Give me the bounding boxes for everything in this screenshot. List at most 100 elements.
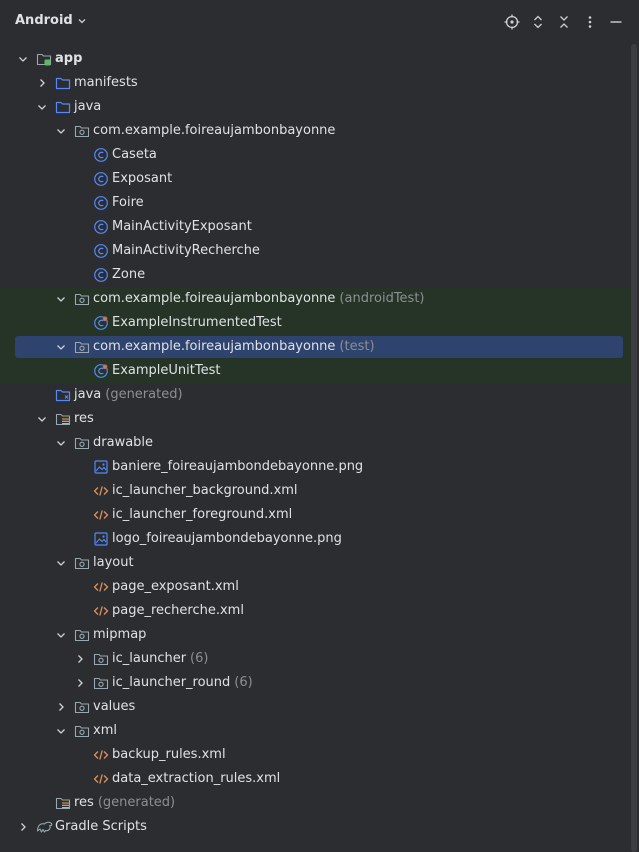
vertical-scrollbar[interactable] [631,44,637,852]
tree-row[interactable]: Caseta [0,143,631,167]
tree-row[interactable]: res (generated) [0,791,631,815]
package-folder-icon [74,123,90,139]
xml-file-icon [93,747,109,763]
tree-item-name: MainActivityExposant [112,219,252,234]
tree-row[interactable]: manifests [0,71,631,95]
tree-row[interactable]: values [0,695,631,719]
tree-item-name: com.example.foireaujambonbayonne [93,291,336,306]
chevron-right-icon[interactable] [36,77,48,89]
tree-item-label: logo_foireaujambondebayonne.png [112,531,342,547]
tree-row[interactable]: MainActivityExposant [0,215,631,239]
tree-row[interactable]: page_recherche.xml [0,599,631,623]
tree-item-label: com.example.foireaujambonbayonne (test) [93,339,375,355]
tree-item-name: logo_foireaujambondebayonne.png [112,531,342,546]
folder-icon [55,99,71,115]
tree-row[interactable]: logo_foireaujambondebayonne.png [0,527,631,551]
tree-row[interactable]: Foire [0,191,631,215]
chevron-down-icon[interactable] [36,413,48,425]
package-folder-icon [93,675,109,691]
view-mode-selector[interactable]: Android [15,13,87,28]
tree-row[interactable]: ic_launcher (6) [0,647,631,671]
tree-item-name: page_recherche.xml [112,603,244,618]
class-icon [93,243,109,259]
tree-item-label: app [55,51,82,67]
tree-item-label: ic_launcher_background.xml [112,483,298,499]
tree-item-label: ExampleUnitTest [112,363,220,379]
chevron-right-icon[interactable] [74,677,86,689]
tree-row[interactable]: com.example.foireaujambonbayonne [0,119,631,143]
expand-all-icon[interactable] [529,12,547,32]
hide-icon[interactable] [607,12,625,32]
collapse-all-icon[interactable] [555,12,573,32]
tree-item-name: values [93,699,136,714]
tree-row[interactable]: Zone [0,263,631,287]
tree-row[interactable]: page_exposant.xml [0,575,631,599]
class-icon [93,147,109,163]
tree-item-label: com.example.foireaujambonbayonne [93,123,335,139]
tree-item-suffix: (androidTest) [339,291,425,306]
package-folder-icon [74,723,90,739]
tree-item-name: xml [93,723,117,738]
chevron-down-icon[interactable] [36,101,48,113]
package-folder-icon [93,651,109,667]
tree-item-name: layout [93,555,134,570]
chevron-right-icon[interactable] [17,821,29,833]
tree-row[interactable]: xml [0,719,631,743]
folder-icon [55,75,71,91]
tree-row[interactable]: drawable [0,431,631,455]
tree-row[interactable]: ExampleInstrumentedTest [0,311,631,335]
chevron-down-icon[interactable] [55,437,67,449]
tree-item-label: Foire [112,195,144,211]
chevron-right-icon[interactable] [74,653,86,665]
tree-item-label: values [93,699,135,715]
xml-file-icon [93,483,109,499]
chevron-down-icon[interactable] [55,557,67,569]
tree-row[interactable]: mipmap [0,623,631,647]
tree-row[interactable]: Gradle Scripts [0,815,631,839]
tree-item-name: ic_launcher_round [112,675,231,690]
tree-row[interactable]: ic_launcher_background.xml [0,479,631,503]
tree-row[interactable]: data_extraction_rules.xml [0,767,631,791]
tree-row[interactable]: java [0,95,631,119]
chevron-down-icon[interactable] [55,125,67,137]
tree-item-label: manifests [74,75,138,91]
tree-row[interactable]: MainActivityRecherche [0,239,631,263]
tree-row[interactable]: ExampleUnitTest [0,359,631,383]
tree-item-name: manifests [74,75,138,90]
tree-item-label: java (generated) [74,387,183,403]
chevron-down-icon[interactable] [55,341,67,353]
tree-row[interactable]: com.example.foireaujambonbayonne (test) [0,335,631,359]
tree-row[interactable]: layout [0,551,631,575]
tree-row[interactable]: res [0,407,631,431]
tree-row[interactable]: backup_rules.xml [0,743,631,767]
chevron-down-icon[interactable] [55,725,67,737]
tree-item-name: backup_rules.xml [112,747,226,762]
options-icon[interactable] [581,12,599,32]
scrollbar-thumb[interactable] [631,44,637,852]
tree-row[interactable]: ic_launcher_round (6) [0,671,631,695]
tree-item-suffix: (6) [190,651,209,666]
tree-item-suffix: (generated) [105,387,183,402]
xml-file-icon [93,579,109,595]
project-tree[interactable]: app manifests java com.example.foireaujambo… [0,47,631,839]
tree-row[interactable]: app [0,47,631,71]
tree-item-label: Zone [112,267,145,283]
package-folder-icon [74,555,90,571]
tree-row[interactable]: com.example.foireaujambonbayonne (android… [0,287,631,311]
chevron-right-icon[interactable] [55,701,67,713]
chevron-down-icon[interactable] [17,53,29,65]
tree-item-name: data_extraction_rules.xml [112,771,281,786]
tree-row[interactable]: Exposant [0,167,631,191]
image-file-icon [93,531,109,547]
tree-item-name: ic_launcher_background.xml [112,483,298,498]
chevron-down-icon[interactable] [55,629,67,641]
tree-row[interactable]: java (generated) [0,383,631,407]
tree-item-name: mipmap [93,627,147,642]
image-file-icon [93,459,109,475]
tree-item-label: ic_launcher (6) [112,651,208,667]
chevron-down-icon[interactable] [55,293,67,305]
locate-icon[interactable] [503,12,521,32]
tree-row[interactable]: ic_launcher_foreground.xml [0,503,631,527]
tree-row[interactable]: baniere_foireaujambondebayonne.png [0,455,631,479]
tree-item-name: Zone [112,267,146,282]
